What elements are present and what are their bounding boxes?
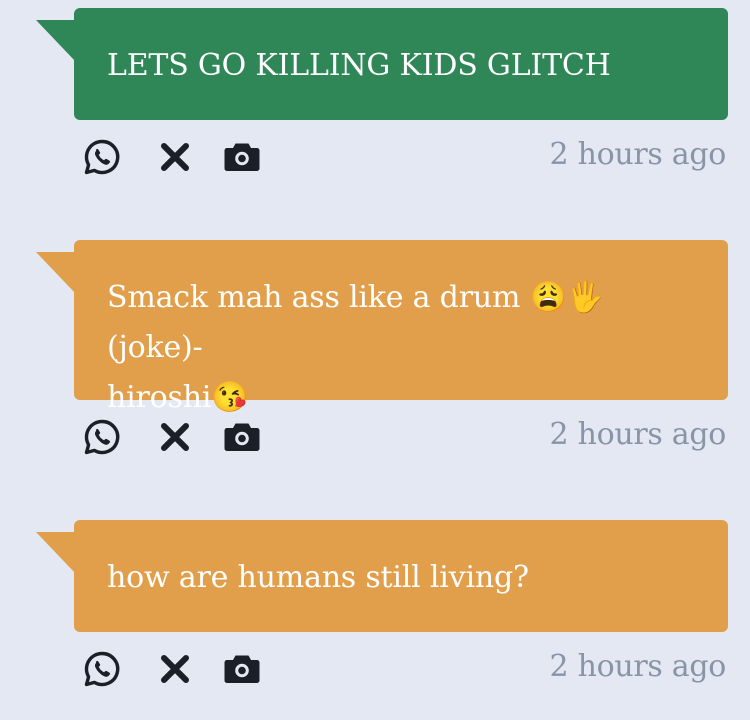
camera-icon[interactable]	[222, 649, 262, 689]
bubble-tail	[36, 532, 76, 574]
close-icon[interactable]	[155, 417, 195, 457]
whatsapp-icon[interactable]	[82, 417, 122, 457]
post-actions: 2 hours ago	[80, 645, 730, 693]
message-text: LETS GO KILLING KIDS GLITCH	[107, 48, 611, 83]
close-icon[interactable]	[155, 649, 195, 689]
message-bubble: LETS GO KILLING KIDS GLITCH	[74, 8, 728, 120]
bubble-tail	[36, 252, 76, 294]
bubble-tail	[36, 20, 76, 62]
post-actions: 2 hours ago	[80, 413, 730, 461]
message-text: Smack mah ass like a drum 😩🖐 (joke)-	[107, 280, 604, 365]
post-actions: 2 hours ago	[80, 133, 730, 181]
post-timestamp: 2 hours ago	[549, 137, 727, 172]
close-icon[interactable]	[155, 137, 195, 177]
camera-icon[interactable]	[222, 137, 262, 177]
message-text: how are humans still living?	[107, 560, 529, 595]
post-feed: LETS GO KILLING KIDS GLITCH 2 hours ago …	[0, 0, 750, 720]
whatsapp-icon[interactable]	[82, 649, 122, 689]
post-timestamp: 2 hours ago	[549, 417, 727, 452]
message-bubble: Smack mah ass like a drum 😩🖐 (joke)- hir…	[74, 240, 728, 415]
post-timestamp: 2 hours ago	[549, 649, 727, 684]
whatsapp-icon[interactable]	[82, 137, 122, 177]
camera-icon[interactable]	[222, 417, 262, 457]
message-bubble: how are humans still living?	[74, 520, 728, 632]
